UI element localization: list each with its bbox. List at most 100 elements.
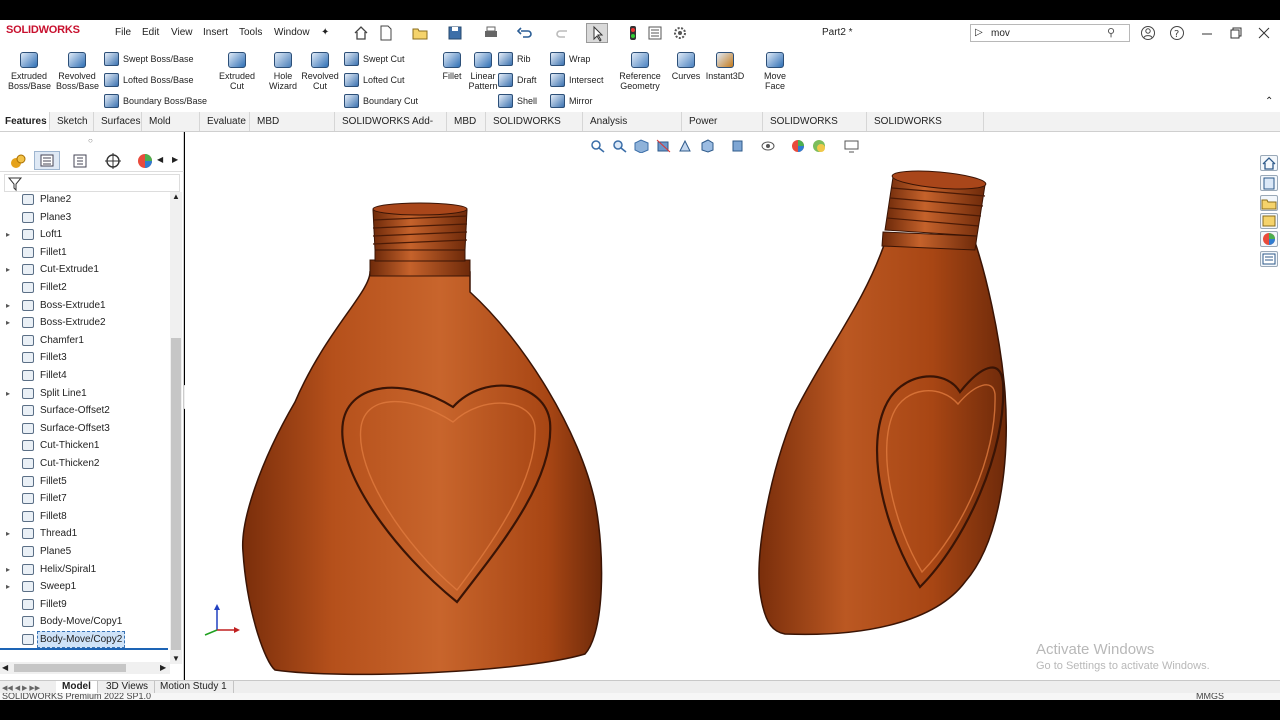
tree-vertical-scrollbar[interactable]: ▲ ▼ xyxy=(170,192,182,664)
solidworks-resources-icon[interactable] xyxy=(1260,155,1278,171)
save-icon[interactable] xyxy=(447,25,463,41)
filter-bar[interactable] xyxy=(4,174,180,192)
tree-item[interactable]: ▸ Split Line1 xyxy=(0,385,168,402)
tab-navigation-arrows[interactable]: ◀◀ ◀ ▶ ▶▶ xyxy=(2,682,54,692)
configuration-manager-tab-icon[interactable] xyxy=(72,153,88,169)
rebuild-icon[interactable] xyxy=(625,25,641,41)
tab-evaluate[interactable]: Evaluate xyxy=(202,112,250,131)
display-manager-tab-icon[interactable] xyxy=(137,153,153,169)
tab-surfaces[interactable]: Surfaces xyxy=(96,112,142,131)
search-icon[interactable]: ⚲ xyxy=(1107,26,1115,39)
move-face-button[interactable]: Move Face xyxy=(754,52,796,91)
dimxpert-tab-icon[interactable] xyxy=(105,153,121,169)
menu-tools[interactable]: Tools xyxy=(239,27,262,38)
feature-manager-tab-icon[interactable] xyxy=(10,153,26,169)
intersect-button[interactable]: Intersect xyxy=(550,73,604,87)
tree-item[interactable]: ▸ Sweep1 xyxy=(0,578,168,595)
tree-item[interactable]: Chamfer1 xyxy=(0,332,168,349)
pane-splitter-handle[interactable]: ○ xyxy=(88,136,93,145)
tree-item[interactable]: Surface-Offset3 xyxy=(0,420,168,437)
pin-menu-icon[interactable]: ✦ xyxy=(321,27,329,38)
options-gear-icon[interactable] xyxy=(672,25,688,41)
scroll-down-icon[interactable]: ▼ xyxy=(172,654,180,663)
menu-window[interactable]: Window xyxy=(274,27,310,38)
undo-icon[interactable] xyxy=(516,25,533,41)
rollback-bar[interactable] xyxy=(0,648,168,650)
tree-horizontal-scrollbar[interactable]: ◀ ▶ xyxy=(0,662,170,674)
tree-item[interactable]: Fillet7 xyxy=(0,490,168,507)
swept-boss-button[interactable]: Swept Boss/Base xyxy=(104,52,194,66)
expand-arrow-icon[interactable]: ▸ xyxy=(6,561,10,578)
expand-arrow-icon[interactable]: ▸ xyxy=(6,226,10,243)
tab-scroll-right-icon[interactable]: ▶ xyxy=(172,155,178,164)
tree-item[interactable]: Fillet3 xyxy=(0,349,168,366)
print-icon[interactable] xyxy=(483,25,499,41)
property-manager-tab-icon[interactable] xyxy=(34,151,60,170)
expand-arrow-icon[interactable]: ▸ xyxy=(6,385,10,402)
expand-arrow-icon[interactable]: ▸ xyxy=(6,578,10,595)
shell-button[interactable]: Shell xyxy=(498,94,537,108)
swept-cut-button[interactable]: Swept Cut xyxy=(344,52,405,66)
appearances-scenes-icon[interactable] xyxy=(1260,231,1278,247)
lofted-cut-button[interactable]: Lofted Cut xyxy=(344,73,405,87)
tree-item[interactable]: Body-Move/Copy2 xyxy=(0,631,168,648)
minimize-window-icon[interactable] xyxy=(1199,25,1215,41)
custom-properties-icon[interactable] xyxy=(1260,251,1278,267)
restore-window-icon[interactable] xyxy=(1228,25,1244,41)
scroll-thumb[interactable] xyxy=(171,338,181,650)
tree-item[interactable]: Plane3 xyxy=(0,209,168,226)
mirror-button[interactable]: Mirror xyxy=(550,94,593,108)
tree-item[interactable]: ▸ Loft1 xyxy=(0,226,168,243)
scroll-right-icon[interactable]: ▶ xyxy=(160,663,166,672)
revolved-cut-button[interactable]: Revolved Cut xyxy=(299,52,341,91)
tab-analysis-preparation[interactable]: Analysis Preparation xyxy=(585,112,682,146)
tab-sketch[interactable]: Sketch xyxy=(52,112,94,131)
tree-item[interactable]: Fillet1 xyxy=(0,244,168,261)
bottom-tab-motion-study-1[interactable]: Motion Study 1 xyxy=(154,681,234,693)
curves-button[interactable]: Curves xyxy=(665,52,707,81)
expand-arrow-icon[interactable]: ▸ xyxy=(6,261,10,278)
tab-features[interactable]: Features xyxy=(0,112,50,131)
collapse-ribbon-icon[interactable]: ⌃ xyxy=(1265,96,1273,107)
tree-item[interactable]: Body-Move/Copy1 xyxy=(0,613,168,630)
tab-mbd-dimensions[interactable]: MBD Dimensions xyxy=(252,112,335,146)
select-cursor-icon[interactable] xyxy=(586,23,608,43)
tree-item[interactable]: ▸ Thread1 xyxy=(0,525,168,542)
scroll-left-icon[interactable]: ◀ xyxy=(2,663,8,672)
wrap-button[interactable]: Wrap xyxy=(550,52,590,66)
draft-button[interactable]: Draft xyxy=(498,73,537,87)
tree-item[interactable]: Cut-Thicken2 xyxy=(0,455,168,472)
rib-button[interactable]: Rib xyxy=(498,52,531,66)
tree-item[interactable]: Fillet2 xyxy=(0,279,168,296)
menu-view[interactable]: View xyxy=(171,27,193,38)
tab-scroll-left-icon[interactable]: ◀ xyxy=(157,155,163,164)
search-input[interactable]: mov xyxy=(991,28,1010,39)
tree-item[interactable]: ▸ Cut-Extrude1 xyxy=(0,261,168,278)
tab-solidworks-inspection[interactable]: SOLIDWORKS Inspection xyxy=(869,112,984,146)
bottle-body-rotated[interactable] xyxy=(758,168,1007,636)
tree-item[interactable]: Plane5 xyxy=(0,543,168,560)
new-document-icon[interactable] xyxy=(378,25,394,41)
help-icon[interactable]: ? xyxy=(1169,25,1185,41)
boundary-cut-button[interactable]: Boundary Cut xyxy=(344,94,418,108)
tree-item[interactable]: Fillet9 xyxy=(0,596,168,613)
redo-icon[interactable] xyxy=(555,25,571,41)
view-palette-icon[interactable] xyxy=(1260,213,1278,229)
tab-mold-tools[interactable]: Mold Tools xyxy=(144,112,200,146)
menu-edit[interactable]: Edit xyxy=(142,27,159,38)
extruded-boss-button[interactable]: Extruded Boss/Base xyxy=(8,52,51,91)
hole-wizard-button[interactable]: Hole Wizard xyxy=(262,52,304,91)
expand-arrow-icon[interactable]: ▸ xyxy=(6,297,10,314)
search-box[interactable]: ▷ mov ⚲ xyxy=(970,24,1130,42)
design-library-icon[interactable] xyxy=(1260,175,1278,191)
menu-insert[interactable]: Insert xyxy=(203,27,228,38)
boundary-boss-button[interactable]: Boundary Boss/Base xyxy=(104,94,207,108)
menu-file[interactable]: File xyxy=(115,27,131,38)
user-account-icon[interactable] xyxy=(1140,25,1156,41)
expand-arrow-icon[interactable]: ▸ xyxy=(6,525,10,542)
tree-item[interactable]: Cut-Thicken1 xyxy=(0,437,168,454)
lofted-boss-button[interactable]: Lofted Boss/Base xyxy=(104,73,194,87)
tree-item[interactable]: Fillet4 xyxy=(0,367,168,384)
h-scroll-thumb[interactable] xyxy=(14,664,126,672)
tree-item[interactable]: ▸ Helix/Spiral1 xyxy=(0,561,168,578)
